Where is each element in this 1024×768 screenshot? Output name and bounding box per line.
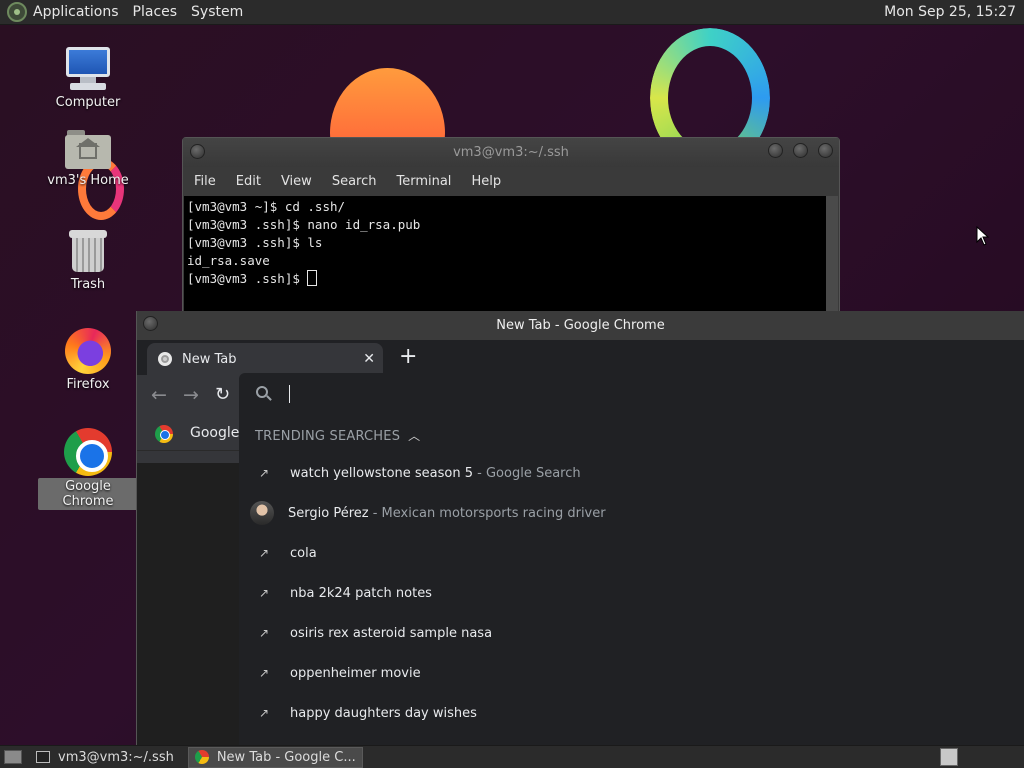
omnibox-input[interactable] [239, 373, 1024, 415]
terminal-screen[interactable]: [vm3@vm3 ~]$ cd .ssh/ [vm3@vm3 .ssh]$ na… [184, 196, 826, 317]
terminal-prompt-line: [vm3@vm3 .ssh]$ [187, 270, 823, 288]
desktop-icon-trash[interactable]: Trash [38, 230, 138, 293]
suggestion-text: watch yellowstone season 5 [290, 465, 474, 481]
terminal-titlebar[interactable]: vm3@vm3:~/.ssh [183, 138, 839, 167]
search-icon [256, 386, 268, 398]
terminal-line: [vm3@vm3 .ssh]$ nano id_rsa.pub [187, 217, 421, 232]
taskbar: vm3@vm3:~/.ssh New Tab - Google C... [0, 745, 1024, 768]
trending-icon: ↗ [258, 626, 270, 640]
reload-icon[interactable]: ↻ [215, 384, 230, 405]
trash-icon [69, 230, 107, 274]
trending-searches-header[interactable]: TRENDING SEARCHES ︿ [255, 427, 420, 444]
distro-logo-icon[interactable] [7, 2, 27, 22]
terminal-cursor [307, 270, 318, 286]
desktop-icon-label: Firefox [66, 377, 110, 392]
menu-file[interactable]: File [194, 174, 216, 189]
suggestion-text: oppenheimer movie [290, 665, 421, 681]
desktop-icon-label: vm3's Home [47, 173, 129, 188]
desktop-icon-home[interactable]: vm3's Home [38, 130, 138, 189]
chrome-title: New Tab - Google Chrome [496, 318, 665, 333]
chevron-up-icon[interactable]: ︿ [408, 429, 420, 443]
terminal-prompt: [vm3@vm3 .ssh]$ [187, 271, 308, 286]
suggestion-item[interactable]: Sergio Pérez - Mexican motorsports racin… [239, 493, 1024, 533]
menu-edit[interactable]: Edit [236, 174, 261, 189]
avatar-icon [250, 501, 274, 525]
workspace-switcher-icon[interactable] [940, 748, 958, 766]
taskbar-item-label: vm3@vm3:~/.ssh [58, 749, 174, 765]
chrome-titlebar[interactable]: New Tab - Google Chrome [137, 311, 1024, 340]
trending-icon: ↗ [258, 586, 270, 600]
desktop-icon-label: Trash [70, 277, 106, 292]
chrome-icon [64, 428, 112, 476]
home-folder-icon [65, 130, 111, 170]
new-tab-button[interactable]: + [399, 344, 417, 369]
menu-help[interactable]: Help [471, 174, 501, 189]
menu-terminal[interactable]: Terminal [396, 174, 451, 189]
menu-search[interactable]: Search [332, 174, 377, 189]
close-button[interactable] [818, 143, 833, 158]
forward-icon[interactable]: → [183, 384, 199, 406]
trending-icon: ↗ [258, 466, 270, 480]
top-panel: Applications Places System Mon Sep 25, 1… [0, 0, 1024, 25]
omnibox-dropdown: TRENDING SEARCHES ︿ ↗ watch yellowstone s… [239, 373, 1024, 745]
menu-view[interactable]: View [281, 174, 312, 189]
suggestion-text: nba 2k24 patch notes [290, 585, 432, 601]
maximize-button[interactable] [793, 143, 808, 158]
suggestion-item[interactable]: ↗ happy daughters day wishes [239, 693, 1024, 733]
terminal-line: [vm3@vm3 ~]$ cd .ssh/ [187, 199, 346, 214]
back-icon[interactable]: ← [151, 384, 167, 406]
system-menu[interactable]: System [191, 4, 243, 20]
desktop-icon-label: Computer [55, 95, 121, 110]
suggestion-item[interactable]: ↗ cola [239, 533, 1024, 573]
desktop-icon-firefox[interactable]: Firefox [38, 328, 138, 393]
suggestion-subtext: - Mexican motorsports racing driver [368, 505, 606, 521]
tab-new-tab[interactable]: New Tab ✕ [147, 343, 383, 375]
taskbar-item-chrome[interactable]: New Tab - Google C... [187, 746, 363, 768]
tab-strip: New Tab ✕ + [137, 340, 1024, 375]
text-caret [289, 385, 290, 403]
taskbar-item-terminal[interactable]: vm3@vm3:~/.ssh [30, 747, 180, 768]
trending-icon: ↗ [258, 546, 270, 560]
terminal-scrollbar[interactable] [826, 196, 838, 317]
taskbar-item-label: New Tab - Google C... [216, 749, 356, 765]
suggestion-item[interactable]: ↗ watch yellowstone season 5 - Google Se… [239, 453, 1024, 493]
chrome-favicon-icon [158, 352, 172, 366]
tab-title: New Tab [182, 351, 237, 367]
clock[interactable]: Mon Sep 25, 15:27 [884, 4, 1016, 20]
trending-header-label: TRENDING SEARCHES [255, 429, 401, 444]
terminal-menubar: File Edit View Search Terminal Help [183, 167, 839, 196]
suggestion-item[interactable]: ↗ osiris rex asteroid sample nasa [239, 613, 1024, 653]
minimize-button[interactable] [768, 143, 783, 158]
trending-icon: ↗ [258, 666, 270, 680]
suggestion-item[interactable]: ↗ oppenheimer movie [239, 653, 1024, 693]
chrome-icon [194, 750, 209, 764]
suggestion-text: Sergio Pérez [288, 505, 369, 521]
suggestion-item[interactable]: ↗ nba 2k24 patch notes [239, 573, 1024, 613]
terminal-line: id_rsa.save [187, 253, 270, 268]
chrome-bookmark-icon [155, 425, 173, 443]
tab-close-icon[interactable]: ✕ [363, 351, 375, 367]
desktop-icon-label: Google Chrome [38, 478, 138, 510]
suggestion-text: cola [290, 545, 317, 561]
applications-menu[interactable]: Applications [33, 4, 119, 20]
desktop-icon-chrome[interactable]: Google Chrome [38, 428, 138, 510]
firefox-icon [65, 328, 111, 374]
show-desktop-icon[interactable] [4, 750, 22, 764]
terminal-title: vm3@vm3:~/.ssh [453, 145, 569, 160]
computer-icon [64, 46, 112, 92]
suggestion-subtext: - Google Search [473, 465, 581, 481]
desktop-icon-computer[interactable]: Computer [38, 46, 138, 111]
terminal-icon [36, 751, 50, 763]
suggestion-text: osiris rex asteroid sample nasa [290, 625, 493, 641]
suggestion-text: happy daughters day wishes [290, 705, 477, 721]
terminal-line: [vm3@vm3 .ssh]$ ls [187, 235, 323, 250]
places-menu[interactable]: Places [133, 4, 178, 20]
trending-icon: ↗ [258, 706, 270, 720]
terminal-window[interactable]: vm3@vm3:~/.ssh File Edit View Search Ter… [182, 137, 840, 317]
